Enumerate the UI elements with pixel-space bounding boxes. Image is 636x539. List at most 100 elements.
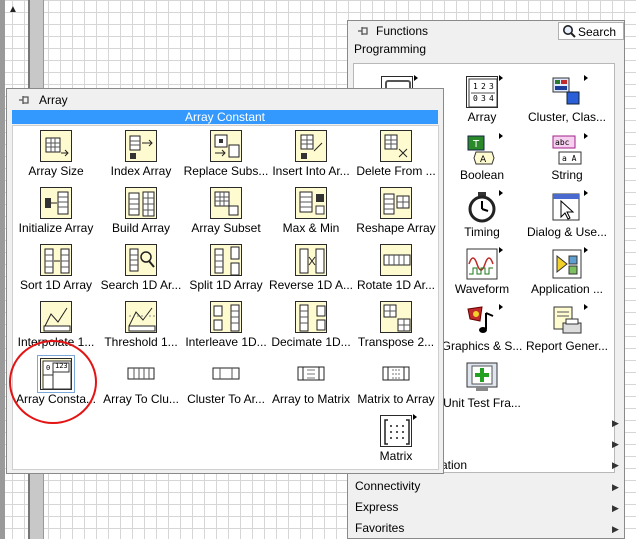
- cluster-to-array-item[interactable]: Cluster To Ar...: [183, 354, 269, 410]
- pushpin-icon[interactable]: [356, 24, 370, 38]
- max-min-item[interactable]: Max & Min: [268, 183, 354, 239]
- palette-item-string[interactable]: abc a A String: [524, 130, 610, 186]
- item-label: Delete From ...: [356, 164, 436, 178]
- array-to-matrix-item[interactable]: Array to Matrix: [268, 354, 354, 410]
- item-label: Split 1D Array: [189, 278, 263, 292]
- index-array-icon: [125, 130, 157, 162]
- transpose-2d-array-icon: [380, 301, 412, 333]
- functions-titlebar[interactable]: Functions Search: [348, 21, 624, 41]
- palette-item-boolean[interactable]: T A Boolean: [439, 130, 525, 186]
- submenu-arrow-icon: ▶: [612, 418, 619, 428]
- item-label: Insert Into Ar...: [272, 164, 350, 178]
- svg-text:3: 3: [489, 82, 494, 91]
- matrix-item[interactable]: Matrix: [353, 411, 439, 467]
- palette-item-array[interactable]: 123 034 Array: [439, 72, 525, 128]
- array-to-cluster-item[interactable]: Array To Clu...: [98, 354, 184, 410]
- category-express[interactable]: Express: [355, 500, 398, 514]
- palette-item-label: Report Gener...: [525, 339, 609, 353]
- palette-item-label: Dialog & Use...: [526, 225, 608, 239]
- graphics-sound-icon: [466, 305, 498, 337]
- annotation-circle: [9, 340, 97, 424]
- item-label: Array to Matrix: [271, 392, 350, 406]
- submenu-arrow-icon: ▶: [612, 503, 619, 513]
- category-partial-2[interactable]: ation: [441, 458, 467, 472]
- submenu-arrow-icon: ▶: [612, 439, 619, 449]
- transpose-2d-array-item[interactable]: Transpose 2...: [353, 297, 439, 353]
- replace-subset-item[interactable]: Replace Subs...: [183, 126, 269, 182]
- item-label: Array Subset: [191, 221, 261, 235]
- svg-text:A: A: [480, 155, 487, 165]
- matrix-icon: [380, 415, 412, 447]
- palette-item-waveform[interactable]: Waveform: [439, 244, 525, 300]
- rotate-1d-array-item[interactable]: Rotate 1D Ar...: [353, 240, 439, 296]
- threshold-1d-array-item[interactable]: Threshold 1...: [98, 297, 184, 353]
- interleave-1d-arrays-item[interactable]: Interleave 1D...: [183, 297, 269, 353]
- search-1d-array-item[interactable]: Search 1D Ar...: [98, 240, 184, 296]
- palette-item-label: Graphics & S...: [441, 339, 523, 353]
- search-icon: [563, 25, 576, 38]
- search-button[interactable]: Search: [558, 22, 624, 40]
- svg-text:3: 3: [481, 94, 486, 103]
- waveform-icon: [466, 248, 498, 280]
- palette-item-report-generation[interactable]: Report Gener...: [524, 301, 610, 357]
- decimate-1d-array-icon: [295, 301, 327, 333]
- palette-item-label: Application ...: [530, 282, 604, 296]
- category-programming[interactable]: Programming: [354, 42, 426, 56]
- item-label: Array Size: [28, 164, 84, 178]
- item-label: Max & Min: [282, 221, 340, 235]
- reshape-array-item[interactable]: Reshape Array: [353, 183, 439, 239]
- matrix-to-array-item[interactable]: Matrix to Array: [353, 354, 439, 410]
- delete-from-array-item[interactable]: Delete From ...: [353, 126, 439, 182]
- item-label: Reverse 1D A...: [268, 278, 354, 292]
- build-array-item[interactable]: Build Array: [98, 183, 184, 239]
- palette-item-timing[interactable]: Timing: [439, 187, 525, 243]
- rotate-1d-array-icon: [380, 244, 412, 276]
- category-connectivity[interactable]: Connectivity: [355, 479, 420, 493]
- item-label: Build Array: [111, 221, 171, 235]
- array-size-item[interactable]: Array Size: [13, 126, 99, 182]
- palette-item-cluster-class[interactable]: Cluster, Clas...: [524, 72, 610, 128]
- item-label: Index Array: [110, 164, 172, 178]
- item-label: Reshape Array: [356, 221, 436, 235]
- item-label: Replace Subs...: [183, 164, 269, 178]
- string-icon: abc a A: [551, 134, 583, 166]
- item-label: Transpose 2...: [357, 335, 435, 349]
- initialize-array-icon: [40, 187, 72, 219]
- sort-1d-array-item[interactable]: Sort 1D Array: [13, 240, 99, 296]
- pushpin-icon[interactable]: [17, 93, 31, 107]
- array-subset-item[interactable]: Array Subset: [183, 183, 269, 239]
- array-to-cluster-icon: [125, 358, 157, 390]
- item-label: Decimate 1D...: [271, 335, 351, 349]
- palette-item-unit-test[interactable]: Unit Test Fra...: [439, 358, 525, 414]
- decimate-1d-array-item[interactable]: Decimate 1D...: [268, 297, 354, 353]
- array-palette-title: Array: [39, 93, 68, 107]
- palette-item-dialog[interactable]: Dialog & Use...: [524, 187, 610, 243]
- item-label: Rotate 1D Ar...: [356, 278, 436, 292]
- index-array-item[interactable]: Index Array: [98, 126, 184, 182]
- item-label: Sort 1D Array: [19, 278, 93, 292]
- submenu-arrow-icon: ▶: [612, 460, 619, 470]
- build-array-icon: [125, 187, 157, 219]
- initialize-array-item[interactable]: Initialize Array: [13, 183, 99, 239]
- item-label: Search 1D Ar...: [100, 278, 182, 292]
- array-icon: 123 034: [466, 76, 498, 108]
- split-1d-array-item[interactable]: Split 1D Array: [183, 240, 269, 296]
- array-functions-grid: Array Size Index Array Replace Subs... I…: [12, 125, 439, 470]
- array-subset-icon: [210, 187, 242, 219]
- array-to-matrix-icon: [295, 358, 327, 390]
- reverse-1d-array-item[interactable]: Reverse 1D A...: [268, 240, 354, 296]
- item-label: Threshold 1...: [104, 335, 178, 349]
- palette-item-label: String: [551, 168, 583, 182]
- palette-item-label: Timing: [464, 225, 500, 239]
- insert-into-array-item[interactable]: Insert Into Ar...: [268, 126, 354, 182]
- palette-item-label: Array: [467, 110, 497, 124]
- submenu-arrow-icon: ▶: [612, 482, 619, 492]
- scroll-up-icon[interactable]: ▲: [8, 4, 18, 15]
- palette-item-label: Boolean: [459, 168, 505, 182]
- search-label: Search: [578, 25, 617, 39]
- palette-item-application[interactable]: Application ...: [524, 244, 610, 300]
- item-label: Matrix: [379, 449, 413, 463]
- category-favorites[interactable]: Favorites: [355, 521, 404, 535]
- insert-into-array-icon: [295, 130, 327, 162]
- palette-item-graphics-sound[interactable]: Graphics & S...: [439, 301, 525, 357]
